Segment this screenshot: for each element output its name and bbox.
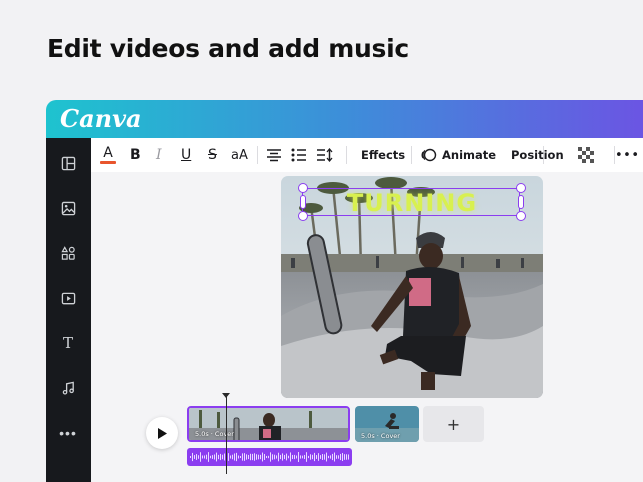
timeline-clip-1[interactable]: 5.0s · Cover: [187, 406, 350, 442]
sidebar-layout-button[interactable]: [58, 153, 78, 173]
sidebar-more-button[interactable]: •••: [58, 423, 78, 443]
text-icon: T: [62, 334, 73, 352]
align-button[interactable]: [266, 138, 282, 172]
headline-text[interactable]: TURNING: [303, 189, 521, 217]
toolbar-divider: [257, 146, 258, 164]
underline-button[interactable]: U: [181, 138, 191, 172]
toolbar-divider: [411, 146, 412, 164]
bullet-list-icon: [291, 148, 306, 162]
italic-button[interactable]: I: [156, 138, 162, 172]
playhead-marker[interactable]: [222, 393, 230, 398]
resize-handle-bottom-right[interactable]: [516, 211, 526, 221]
animate-icon: [421, 148, 437, 162]
elements-icon: [60, 245, 75, 260]
sidebar-audio-button[interactable]: [58, 378, 78, 398]
audio-track[interactable]: [187, 448, 352, 466]
toolbar-divider: [346, 146, 347, 164]
strikethrough-button[interactable]: S: [208, 138, 217, 172]
music-icon: [62, 381, 74, 395]
transparency-icon: [578, 147, 594, 163]
animate-label: Animate: [442, 148, 497, 162]
text-selection-frame[interactable]: TURNING: [302, 188, 521, 217]
resize-handle-top-right[interactable]: [516, 183, 526, 193]
more-icon: •••: [59, 425, 77, 441]
more-options-button[interactable]: •••: [615, 138, 640, 172]
resize-handle-bottom-left[interactable]: [298, 211, 308, 221]
spacing-button[interactable]: [316, 138, 333, 172]
sidebar: T •••: [46, 138, 91, 482]
audio-waveform: [190, 452, 349, 462]
resize-handle-right[interactable]: [518, 195, 524, 209]
align-center-icon: [267, 149, 281, 162]
clip-duration-label: 5.0s · Cover: [195, 430, 234, 438]
editor-window: Canva T ••• A B I U S aA Effects Animate…: [46, 100, 643, 482]
play-icon: [158, 427, 167, 439]
sidebar-videos-button[interactable]: [58, 288, 78, 308]
add-clip-button[interactable]: +: [423, 406, 484, 442]
line-spacing-icon: [317, 148, 333, 162]
animate-button[interactable]: Animate: [421, 138, 496, 172]
brand-bar: Canva: [46, 100, 643, 138]
playhead-line[interactable]: [226, 394, 227, 474]
text-color-glyph: A: [103, 144, 113, 161]
text-color-swatch: [100, 160, 116, 164]
image-icon: [61, 201, 75, 215]
list-button[interactable]: [291, 138, 307, 172]
text-color-button[interactable]: A: [100, 138, 116, 172]
play-button[interactable]: [146, 417, 178, 449]
timeline-clip-2[interactable]: 5.0s · Cover: [355, 406, 419, 442]
promo-title: Edit videos and add music: [47, 34, 409, 63]
letter-case-button[interactable]: aA: [231, 138, 248, 172]
sidebar-images-button[interactable]: [58, 198, 78, 218]
design-canvas: TURNING 5.0s · Cover 5.0s · Cover +: [91, 172, 643, 482]
canva-logo: Canva: [60, 104, 142, 133]
transparency-button[interactable]: [578, 138, 594, 172]
resize-handle-left[interactable]: [300, 195, 306, 209]
sidebar-elements-button[interactable]: [58, 243, 78, 263]
resize-handle-top-left[interactable]: [298, 183, 308, 193]
sidebar-text-button[interactable]: T: [58, 333, 78, 353]
effects-button[interactable]: Effects: [361, 138, 405, 172]
bold-button[interactable]: B: [130, 138, 141, 172]
layout-icon: [61, 156, 75, 170]
clip-duration-label: 5.0s · Cover: [361, 432, 400, 440]
text-toolbar: A B I U S aA Effects Animate Position ••: [91, 138, 643, 172]
video-icon: [61, 292, 75, 304]
position-button[interactable]: Position: [511, 138, 564, 172]
